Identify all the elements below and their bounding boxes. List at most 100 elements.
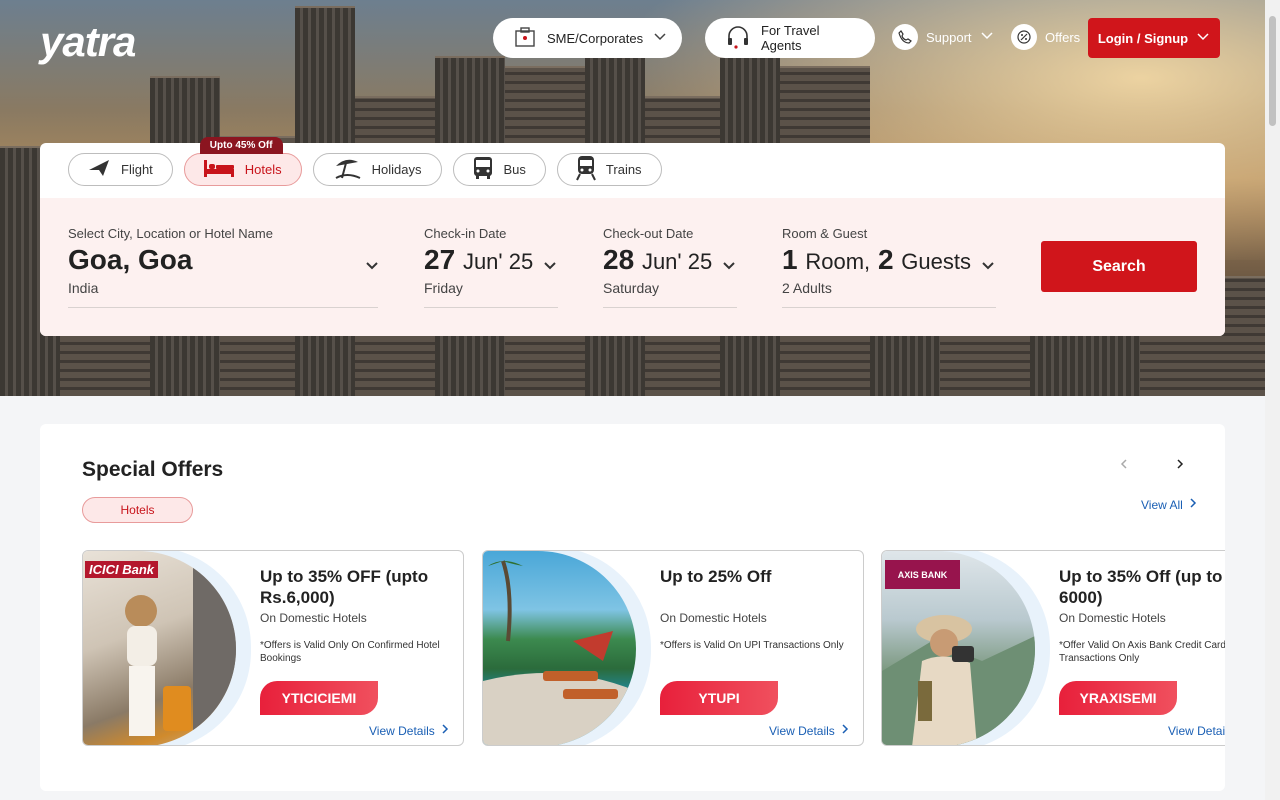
search-button[interactable]: Search (1041, 241, 1197, 292)
carousel-controls (1115, 455, 1189, 473)
view-all-label: View All (1141, 497, 1183, 512)
page-scrollbar[interactable] (1265, 0, 1280, 800)
city-label: Select City, Location or Hotel Name (68, 226, 273, 241)
plane-icon (87, 156, 111, 183)
chevron-right-icon (841, 723, 849, 738)
promo-code[interactable]: YTUPI (660, 681, 778, 715)
checkin-label: Check-in Date (424, 226, 507, 241)
view-details-link[interactable]: View Details (769, 723, 849, 738)
chevron-down-icon (1196, 30, 1210, 47)
view-details-link[interactable]: View Details (1168, 723, 1225, 738)
offer-card[interactable]: AXIS BANK Up to 35% Off (up to Rs. 6000)… (881, 550, 1225, 746)
view-details-link[interactable]: View Details (369, 723, 449, 738)
briefcase-icon (513, 25, 537, 52)
city-country: India (68, 279, 99, 296)
chevron-down-icon (980, 258, 996, 279)
chevron-down-icon (721, 258, 737, 279)
offer-title: Up to 25% Off (660, 567, 772, 586)
sme-corporates-button[interactable]: SME/Corporates (493, 18, 682, 58)
offer-terms: *Offers is Valid On UPI Transactions Onl… (660, 640, 844, 651)
agents-label: For Travel Agents (761, 23, 820, 53)
login-signup-button[interactable]: Login / Signup (1088, 18, 1220, 58)
tab-trains[interactable]: Trains (556, 153, 662, 186)
checkout-weekday: Saturday (603, 279, 660, 296)
offer-card[interactable]: ICICI Bank Up to 35% OFF (upto Rs.6,000)… (82, 550, 464, 746)
checkin-day: 27 (424, 244, 456, 275)
guest-summary: 2 Adults (782, 279, 832, 296)
view-details-label: View Details (769, 723, 835, 738)
offers-link[interactable]: Offers (1011, 24, 1080, 50)
promo-code[interactable]: YRAXISEMI (1059, 681, 1177, 715)
offer-image (483, 551, 653, 745)
tab-hotels[interactable]: Upto 45% Off Hotels (183, 137, 302, 186)
headset-icon (725, 24, 751, 53)
phone-icon (892, 24, 918, 50)
booking-panel: Flight Upto 45% Off Hotels Holidays Bus … (40, 137, 1225, 336)
offer-image: AXIS BANK (882, 551, 1052, 745)
offer-image: ICICI Bank (83, 551, 253, 745)
chevron-down-icon (980, 29, 994, 46)
checkin-month: Jun' 25 (462, 249, 534, 274)
travel-agents-button[interactable]: For Travel Agents (705, 18, 875, 58)
view-details-label: View Details (1168, 723, 1225, 738)
scrollbar-thumb[interactable] (1269, 16, 1276, 126)
tab-label: Hotels (244, 162, 282, 177)
tab-label: Holidays (371, 162, 422, 177)
room-word: Room, (805, 249, 871, 274)
tab-label: Flight (121, 162, 153, 177)
view-all-link[interactable]: View All (1141, 497, 1197, 512)
bank-logo: AXIS BANK (885, 560, 960, 589)
offer-card[interactable]: Up to 25% Off On Domestic Hotels *Offers… (482, 550, 864, 746)
tab-flight[interactable]: Flight (68, 153, 173, 186)
chevron-left-icon[interactable] (1115, 455, 1133, 473)
room-count: 1 (782, 244, 798, 275)
support-menu[interactable]: Support (892, 24, 994, 50)
tab-holidays[interactable]: Holidays (312, 153, 442, 186)
room-guest-label: Room & Guest (782, 226, 868, 241)
guest-word: Guests (901, 249, 971, 274)
checkout-label: Check-out Date (603, 226, 694, 241)
offer-subtitle: On Domestic Hotels (260, 611, 367, 625)
special-offers-section: Special Offers Hotels View All ICICI Ban… (40, 424, 1225, 791)
bus-icon (472, 156, 494, 183)
tab-bus[interactable]: Bus (452, 153, 546, 186)
checkout-month: Jun' 25 (641, 249, 713, 274)
checkout-field[interactable]: Check-out Date 28 Jun' 25 Saturday (603, 226, 737, 308)
hotel-search-form: Select City, Location or Hotel Name Goa,… (40, 198, 1225, 336)
yatra-logo[interactable]: yatra (40, 18, 136, 66)
chevron-right-icon[interactable] (1171, 455, 1189, 473)
section-title: Special Offers (82, 458, 224, 481)
offer-subtitle: On Domestic Hotels (660, 611, 767, 625)
login-label: Login / Signup (1097, 30, 1189, 46)
discount-icon (1011, 24, 1037, 50)
hotels-discount-badge: Upto 45% Off (199, 137, 283, 154)
chevron-down-icon (653, 30, 667, 47)
city-field[interactable]: Select City, Location or Hotel Name Goa,… (68, 226, 378, 308)
offers-label: Offers (1045, 29, 1081, 45)
room-guest-field[interactable]: Room & Guest 1 Room, 2 Guests 2 Adults (782, 226, 996, 308)
offer-title: Up to 35% OFF (upto Rs.6,000) (260, 567, 429, 608)
sme-label: SME/Corporates (547, 30, 644, 46)
support-label: Support (926, 29, 972, 45)
guest-count: 2 (877, 244, 894, 275)
checkin-weekday: Friday (424, 279, 463, 296)
view-details-label: View Details (369, 723, 435, 738)
chevron-right-icon (1189, 497, 1197, 512)
offer-terms: *Offers is Valid Only On Confirmed Hotel… (260, 640, 440, 664)
offer-title: Up to 35% Off (up to Rs. 6000) (1059, 567, 1225, 608)
chevron-right-icon (441, 723, 449, 738)
bank-logo: ICICI Bank (85, 561, 159, 578)
filter-chip-hotels[interactable]: Hotels (82, 497, 193, 523)
chevron-down-icon (364, 258, 380, 279)
offer-terms: *Offer Valid On Axis Bank Credit Card EM… (1059, 640, 1225, 664)
bed-icon (203, 158, 235, 181)
city-value: Goa, Goa (68, 244, 193, 275)
offer-subtitle: On Domestic Hotels (1059, 611, 1166, 625)
checkout-day: 28 (603, 244, 635, 275)
product-tabs: Flight Upto 45% Off Hotels Holidays Bus … (68, 137, 662, 186)
tab-label: Trains (605, 162, 642, 177)
chevron-down-icon (542, 258, 558, 279)
promo-code[interactable]: YTICICIEMI (260, 681, 378, 715)
tab-label: Bus (503, 162, 526, 177)
checkin-field[interactable]: Check-in Date 27 Jun' 25 Friday (424, 226, 558, 308)
